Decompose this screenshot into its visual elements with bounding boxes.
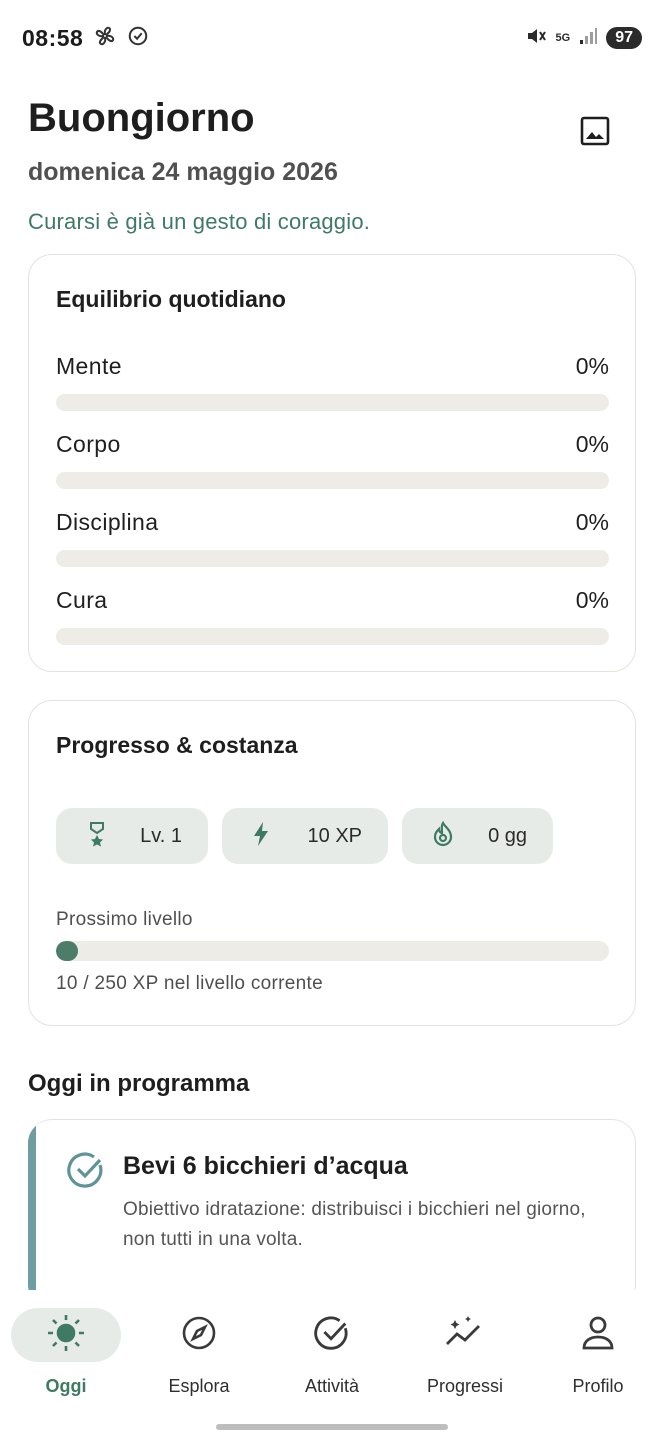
- network-type: 5G: [555, 32, 571, 44]
- task-accent-bar: [28, 1120, 36, 1308]
- next-level-bar-fill: [56, 941, 79, 961]
- balance-title: Equilibrio quotidiano: [56, 286, 286, 312]
- level-text: Lv. 1: [140, 824, 182, 847]
- metric-mente: Mente 0%: [56, 353, 609, 411]
- metric-label: Mente: [56, 353, 122, 379]
- metric-label: Cura: [56, 587, 108, 613]
- image-button[interactable]: [574, 112, 616, 154]
- motto-text: Curarsi è già un gesto di coraggio.: [28, 209, 371, 234]
- metric-value: 0%: [575, 431, 609, 457]
- progress-title: Progresso & costanza: [56, 732, 298, 758]
- home-indicator[interactable]: [216, 1424, 448, 1430]
- xp-chip[interactable]: 10 XP: [222, 808, 388, 864]
- metric-value: 0%: [575, 587, 609, 613]
- nav-item-esplora[interactable]: Esplora: [139, 1308, 259, 1397]
- status-bar: 08:58 5G 97: [0, 0, 664, 76]
- date-label: domenica 24 maggio 2026: [28, 158, 338, 186]
- task-check-icon[interactable]: [66, 1150, 106, 1190]
- metric-disciplina: Disciplina 0%: [56, 509, 609, 567]
- nav-pill: [144, 1308, 254, 1362]
- metric-corpo: Corpo 0%: [56, 431, 609, 489]
- next-level-caption: 10 / 250 XP nel livello corrente: [56, 973, 323, 994]
- person-icon: [580, 1314, 616, 1357]
- status-time: 08:58: [22, 24, 84, 51]
- streak-text: 0 gg: [488, 824, 527, 847]
- streak-chip[interactable]: 0 gg: [402, 808, 553, 864]
- bolt-icon: [252, 821, 270, 852]
- fan-icon: [93, 24, 117, 53]
- xp-text: 10 XP: [307, 824, 362, 847]
- metric-bar: [56, 472, 609, 489]
- signal-icon: [578, 26, 598, 51]
- nav-pill: [11, 1308, 121, 1362]
- nav-label: Progressi: [426, 1376, 504, 1396]
- status-left: 08:58: [22, 24, 149, 53]
- status-right: 5G 97: [524, 24, 642, 53]
- today-section-title: Oggi in programma: [28, 1070, 250, 1097]
- medal-icon: [86, 821, 108, 852]
- task-title: Bevi 6 bicchieri d’acqua: [123, 1152, 408, 1180]
- task-card[interactable]: Bevi 6 bicchieri d’acqua Obiettivo idrat…: [28, 1119, 636, 1309]
- next-level-bar: [56, 941, 609, 961]
- compass-icon: [180, 1314, 218, 1357]
- nav-item-attivita[interactable]: Attività: [272, 1308, 392, 1397]
- metric-value: 0%: [575, 509, 609, 535]
- metric-bar: [56, 628, 609, 645]
- greeting-title: Buongiorno: [28, 96, 255, 140]
- metric-value: 0%: [575, 353, 609, 379]
- metric-label: Disciplina: [56, 509, 159, 535]
- nav-item-oggi[interactable]: Oggi: [6, 1308, 126, 1397]
- mute-icon: [524, 24, 548, 53]
- nav-item-progressi[interactable]: Progressi: [405, 1308, 525, 1397]
- level-chip[interactable]: Lv. 1: [56, 808, 208, 864]
- task-description: Obiettivo idratazione: distribuisci i bi…: [123, 1199, 586, 1250]
- metric-cura: Cura 0%: [56, 587, 609, 645]
- flame-icon: [432, 820, 454, 852]
- nav-label: Oggi: [45, 1376, 87, 1396]
- bottom-navigation: Oggi Esplora Attività Progressi Profilo: [0, 1290, 664, 1440]
- nav-item-profilo[interactable]: Profilo: [538, 1308, 658, 1397]
- check-circle-status-icon: [127, 25, 149, 52]
- metric-bar: [56, 394, 609, 411]
- balance-card: Equilibrio quotidiano Mente 0% Corpo 0% …: [28, 254, 636, 672]
- metric-label: Corpo: [56, 431, 121, 457]
- next-level-label: Prossimo livello: [56, 909, 193, 930]
- trend-icon: [444, 1314, 486, 1357]
- nav-label: Attività: [304, 1376, 360, 1396]
- image-icon: [579, 115, 611, 152]
- progress-chips: Lv. 1 10 XP 0 gg: [56, 808, 553, 864]
- nav-pill: [410, 1308, 520, 1362]
- metric-bar: [56, 550, 609, 567]
- nav-pill: [277, 1308, 387, 1362]
- nav-pill: [543, 1308, 653, 1362]
- check-circle-icon: [313, 1314, 351, 1357]
- sun-icon: [45, 1312, 87, 1359]
- nav-label: Profilo: [572, 1376, 624, 1396]
- progress-card: Progresso & costanza Lv. 1 10 XP 0 gg Pr…: [28, 700, 636, 1026]
- nav-label: Esplora: [168, 1376, 230, 1396]
- battery-indicator: 97: [606, 27, 642, 49]
